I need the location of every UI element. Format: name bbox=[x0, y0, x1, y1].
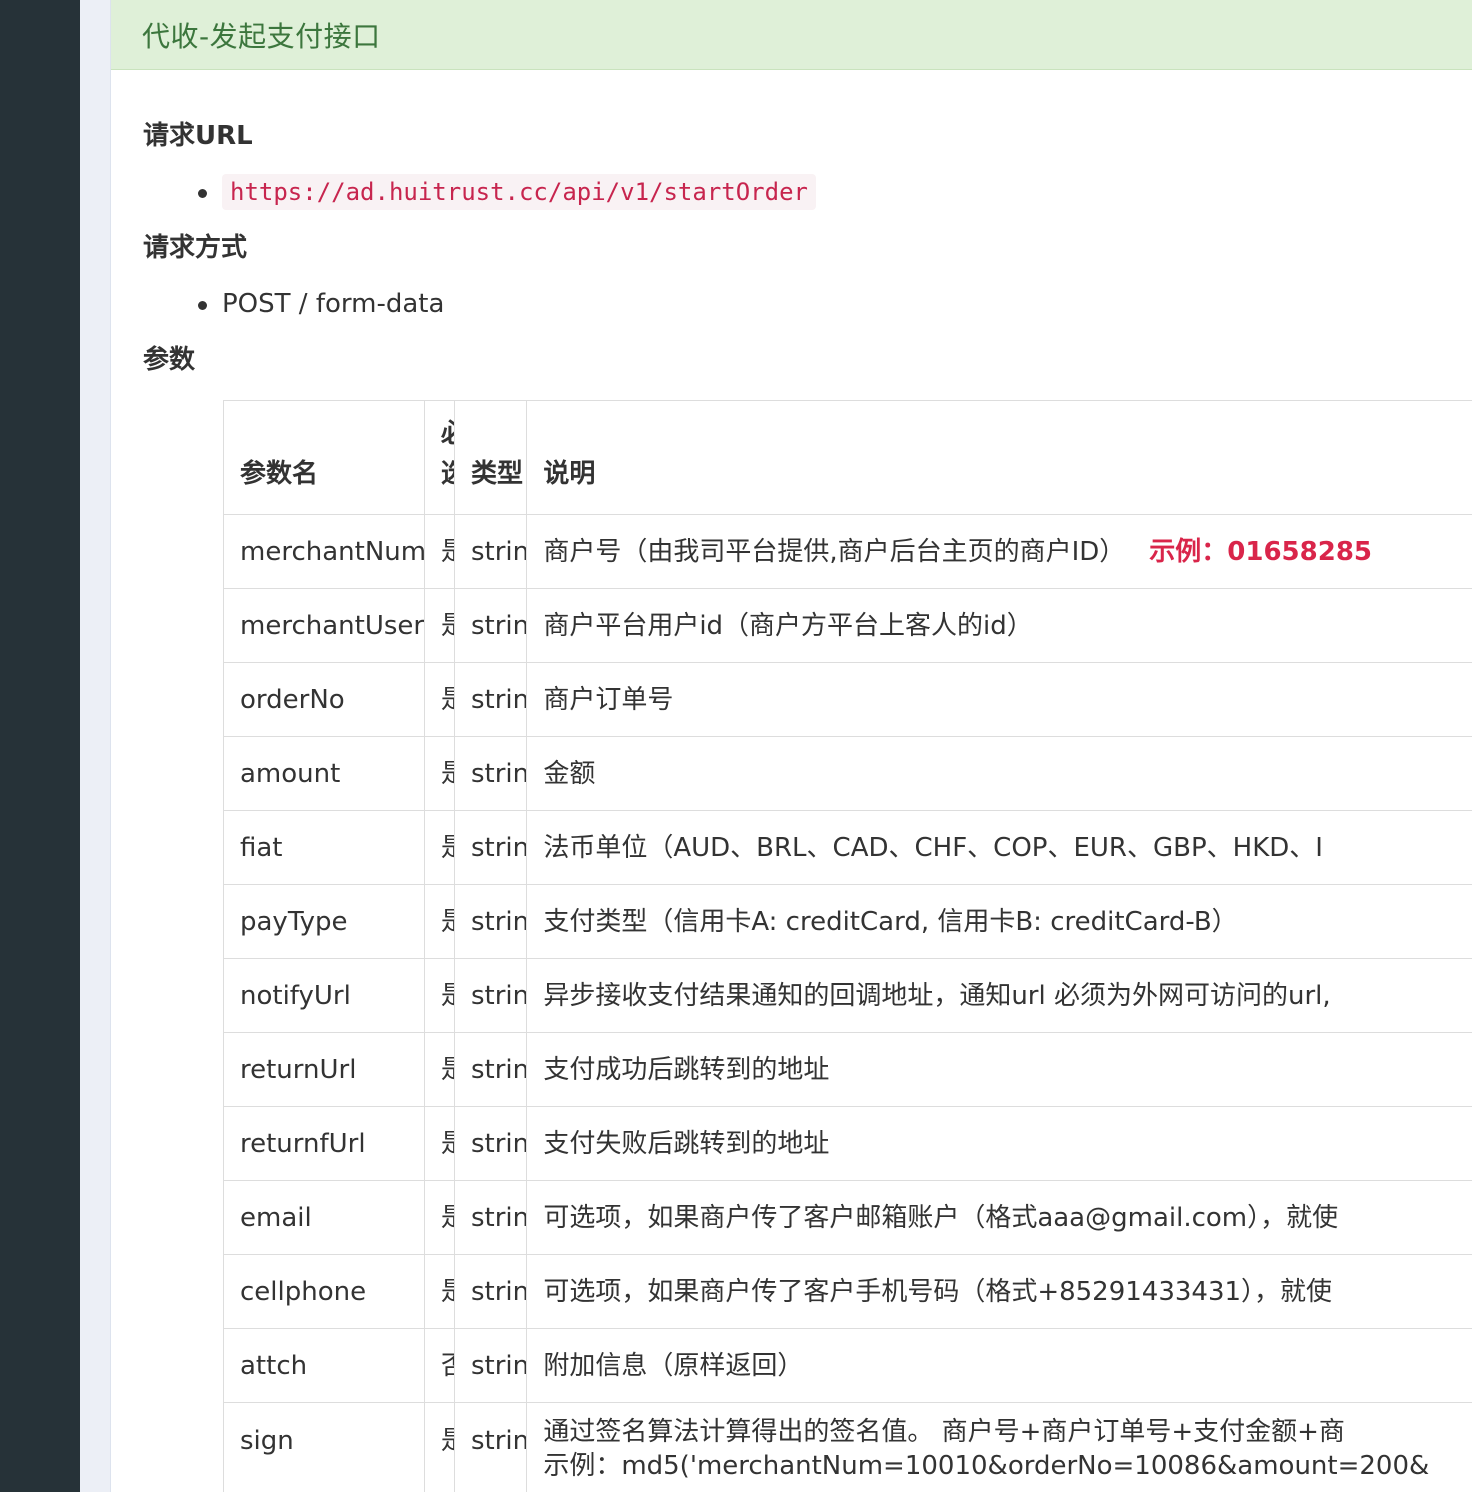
request-method-heading: 请求方式 bbox=[143, 233, 248, 263]
param-required: 是 bbox=[423, 958, 456, 1033]
request-url-item: https://ad.huitrust.cc/api/v1/startOrder bbox=[143, 156, 1472, 228]
table-row: returnfUrl 是 string 支付失败后跳转到的地址 bbox=[223, 1106, 1472, 1181]
param-required: 是 bbox=[423, 1254, 456, 1329]
param-description: 支付失败后跳转到的地址 bbox=[526, 1106, 1472, 1181]
request-method-value: POST / form-data bbox=[222, 289, 445, 319]
table-row: payType 是 string 支付类型（信用卡A: creditCard, … bbox=[223, 884, 1472, 959]
request-url-code[interactable]: https://ad.huitrust.cc/api/v1/startOrder bbox=[222, 174, 816, 210]
params-table: 参数名 必 选 类型 说明 merchantNum 是 string bbox=[223, 400, 1472, 1492]
table-header-row: 参数名 必 选 类型 说明 bbox=[223, 400, 1472, 515]
table-row: returnUrl 是 string 支付成功后跳转到的地址 bbox=[223, 1032, 1472, 1107]
param-description-example: 示例：md5('merchantNum=10010&orderNo=10086&… bbox=[543, 1450, 1430, 1481]
table-row: merchantUserid 是 string 商户平台用户id（商户方平台上客… bbox=[223, 588, 1472, 663]
param-required: 是 bbox=[423, 736, 456, 811]
param-description: 可选项，如果商户传了客户手机号码（格式+85291433431），就使 bbox=[526, 1254, 1472, 1329]
param-name: payType bbox=[223, 884, 425, 959]
param-required: 是 bbox=[423, 810, 456, 885]
param-type: string bbox=[453, 1032, 528, 1107]
param-type: string bbox=[453, 588, 528, 663]
param-name: cellphone bbox=[223, 1254, 425, 1329]
table-row: cellphone 是 string 可选项，如果商户传了客户手机号码（格式+8… bbox=[223, 1254, 1472, 1329]
param-description: 通过签名算法计算得出的签名值。 商户号+商户订单号+支付金额+商 示例：md5(… bbox=[526, 1402, 1472, 1492]
param-required: 是 bbox=[423, 1032, 456, 1107]
request-url-heading: 请求URL bbox=[143, 121, 253, 151]
params-table-wrapper: 参数名 必 选 类型 说明 merchantNum 是 string bbox=[223, 400, 1472, 1492]
header-required: 必 选 bbox=[423, 400, 456, 515]
request-url-list: https://ad.huitrust.cc/api/v1/startOrder bbox=[143, 156, 1472, 228]
header-type: 类型 bbox=[453, 400, 528, 515]
param-required: 是 bbox=[423, 588, 456, 663]
param-description: 法币单位（AUD、BRL、CAD、CHF、COP、EUR、GBP、HKD、I bbox=[526, 810, 1472, 885]
param-description: 支付成功后跳转到的地址 bbox=[526, 1032, 1472, 1107]
param-description: 支付类型（信用卡A: creditCard, 信用卡B: creditCard-… bbox=[526, 884, 1472, 959]
param-type: string bbox=[453, 1328, 528, 1403]
table-row: notifyUrl 是 string 异步接收支付结果通知的回调地址，通知url… bbox=[223, 958, 1472, 1033]
param-example: 示例：01658285 bbox=[1149, 536, 1373, 567]
param-name: amount bbox=[223, 736, 425, 811]
param-description: 异步接收支付结果通知的回调地址，通知url 必须为外网可访问的url, bbox=[526, 958, 1472, 1033]
param-type: string bbox=[453, 1402, 528, 1492]
param-description: 金额 bbox=[526, 736, 1472, 811]
param-type: string bbox=[453, 1180, 528, 1255]
api-doc-panel: 代收-发起支付接口 请求URL https://ad.huitrust.cc/a… bbox=[111, 0, 1472, 1492]
params-heading: 参数 bbox=[143, 345, 196, 375]
table-row: sign 是 string 通过签名算法计算得出的签名值。 商户号+商户订单号+… bbox=[223, 1402, 1472, 1492]
param-name: returnfUrl bbox=[223, 1106, 425, 1181]
content-gutter bbox=[80, 0, 111, 1492]
param-name: merchantNum bbox=[223, 514, 425, 589]
param-name: returnUrl bbox=[223, 1032, 425, 1107]
table-row: attch 否 string 附加信息（原样返回） bbox=[223, 1328, 1472, 1403]
param-type: string bbox=[453, 736, 528, 811]
dark-sidebar bbox=[0, 0, 80, 1492]
param-description: 商户号（由我司平台提供,商户后台主页的商户ID） 示例：01658285 bbox=[526, 514, 1472, 589]
param-required: 是 bbox=[423, 1180, 456, 1255]
header-required-line1: 必 bbox=[441, 419, 454, 449]
table-row: fiat 是 string 法币单位（AUD、BRL、CAD、CHF、COP、E… bbox=[223, 810, 1472, 885]
param-name: notifyUrl bbox=[223, 958, 425, 1033]
panel-header: 代收-发起支付接口 bbox=[111, 0, 1472, 70]
param-required: 是 bbox=[423, 662, 456, 737]
param-name: email bbox=[223, 1180, 425, 1255]
param-type: string bbox=[453, 514, 528, 589]
param-name: merchantUserid bbox=[223, 588, 425, 663]
request-method-list: POST / form-data bbox=[143, 268, 1472, 340]
param-required: 是 bbox=[423, 1106, 456, 1181]
param-required: 否 bbox=[423, 1328, 456, 1403]
param-description: 附加信息（原样返回） bbox=[526, 1328, 1472, 1403]
param-required: 是 bbox=[423, 884, 456, 959]
param-name: fiat bbox=[223, 810, 425, 885]
table-row: email 是 string 可选项，如果商户传了客户邮箱账户（格式aaa@gm… bbox=[223, 1180, 1472, 1255]
header-description: 说明 bbox=[526, 400, 1472, 515]
param-description: 商户订单号 bbox=[526, 662, 1472, 737]
param-description: 可选项，如果商户传了客户邮箱账户（格式aaa@gmail.com），就使 bbox=[526, 1180, 1472, 1255]
param-type: string bbox=[453, 884, 528, 959]
param-type: string bbox=[453, 1106, 528, 1181]
param-type: string bbox=[453, 662, 528, 737]
param-description-text: 通过签名算法计算得出的签名值。 商户号+商户订单号+支付金额+商 bbox=[543, 1416, 1345, 1447]
param-name: sign bbox=[223, 1402, 425, 1492]
table-row: orderNo 是 string 商户订单号 bbox=[223, 662, 1472, 737]
param-required: 是 bbox=[423, 1402, 456, 1492]
request-method-item: POST / form-data bbox=[143, 268, 1472, 340]
header-param-name: 参数名 bbox=[223, 400, 425, 515]
table-row: amount 是 string 金额 bbox=[223, 736, 1472, 811]
param-type: string bbox=[453, 1254, 528, 1329]
param-name: attch bbox=[223, 1328, 425, 1403]
table-row: merchantNum 是 string 商户号（由我司平台提供,商户后台主页的… bbox=[223, 514, 1472, 589]
panel-body: 请求URL https://ad.huitrust.cc/api/v1/star… bbox=[111, 70, 1472, 1492]
param-type: string bbox=[453, 958, 528, 1033]
param-required: 是 bbox=[423, 514, 456, 589]
header-required-line2: 选 bbox=[441, 459, 454, 489]
param-type: string bbox=[453, 810, 528, 885]
param-name: orderNo bbox=[223, 662, 425, 737]
param-description: 商户平台用户id（商户方平台上客人的id） bbox=[526, 588, 1472, 663]
param-description-text: 商户号（由我司平台提供,商户后台主页的商户ID） bbox=[543, 536, 1126, 567]
panel-title: 代收-发起支付接口 bbox=[142, 19, 381, 53]
